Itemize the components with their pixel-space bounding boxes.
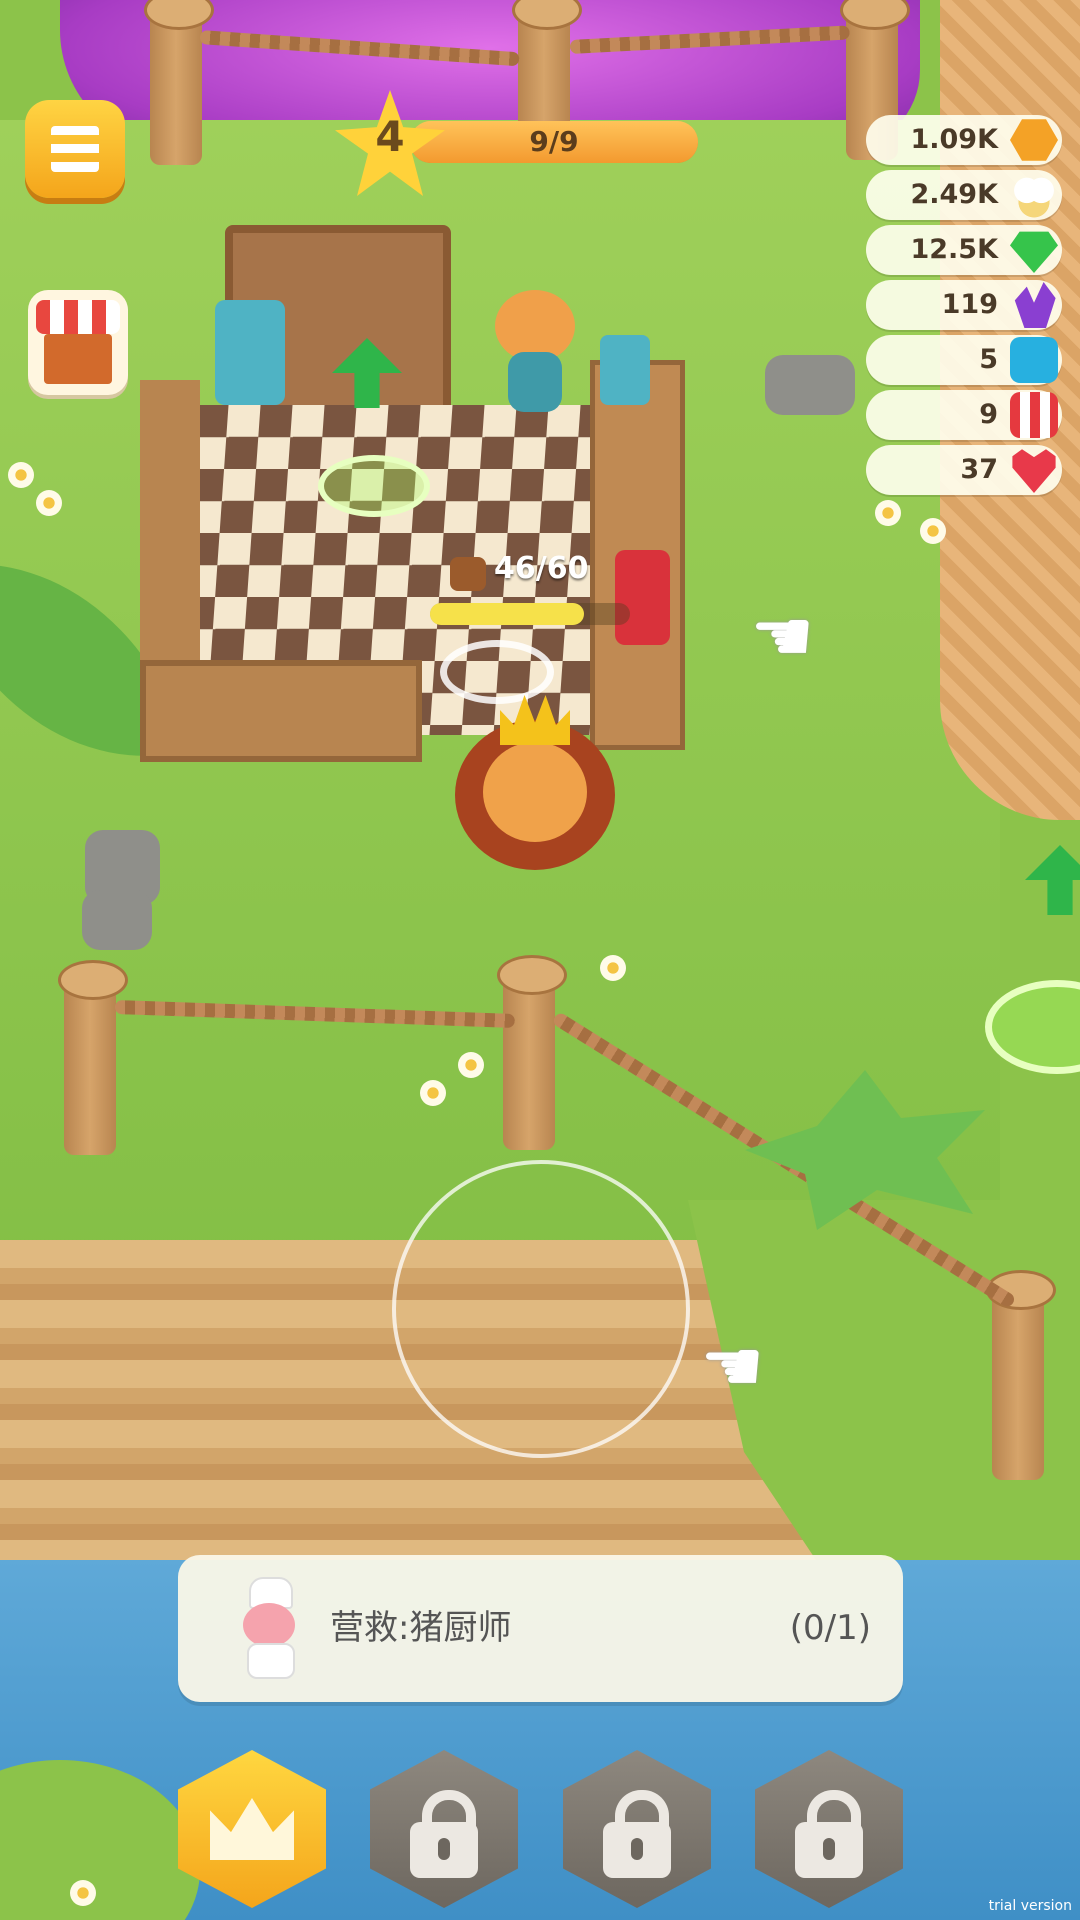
lion-king-player (455, 695, 615, 900)
pig-face (243, 1603, 295, 1647)
upgrade-arrow-icon (1025, 845, 1080, 915)
resource-crystals[interactable]: 119 (866, 280, 1062, 330)
shop-awning (36, 300, 120, 334)
flower (36, 490, 62, 516)
flower (8, 462, 34, 488)
level-number: 4 (375, 112, 405, 161)
purple-crystal-icon (1014, 282, 1056, 328)
flower (458, 1052, 484, 1078)
resource-hearts[interactable]: 37 (866, 445, 1062, 495)
shop-icon (44, 334, 112, 384)
resource-value: 37 (960, 454, 998, 485)
mission-progress: (0/1) (789, 1608, 871, 1648)
capacity-bar (430, 603, 630, 625)
level-progress-bar: 9/9 (410, 121, 698, 163)
bag-icon (450, 557, 486, 591)
resource-gems[interactable]: 12.5K (866, 225, 1062, 275)
pointing-hand-icon: ☚ (750, 594, 815, 678)
virtual-joystick[interactable] (392, 1160, 690, 1458)
popcorn-icon (1010, 172, 1058, 218)
pig-chef-icon (233, 1577, 305, 1679)
resource-value: 119 (941, 289, 998, 320)
flower (420, 1080, 446, 1106)
shop-button[interactable] (28, 290, 128, 395)
menu-button[interactable] (25, 100, 125, 198)
flower (875, 500, 901, 526)
lion-face (483, 742, 587, 842)
bear-body (508, 352, 562, 412)
pig-body (247, 1643, 295, 1679)
trial-version-label: trial version (988, 1898, 1072, 1914)
keyhole (631, 1838, 643, 1860)
fence-post (144, 0, 214, 165)
fence-post (497, 955, 567, 1150)
resource-value: 1.09K (910, 124, 998, 155)
upgrade-spot[interactable] (318, 455, 430, 517)
green-gem-icon (1010, 231, 1058, 273)
hex-coin-icon (1010, 119, 1058, 161)
rock (82, 890, 152, 950)
fence-post (58, 960, 128, 1155)
menu-icon (51, 126, 99, 172)
resource-value: 9 (979, 399, 998, 430)
mission-text: 营救:猪厨师 (330, 1608, 512, 1648)
resource-list: 1.09K 2.49K 12.5K 119 5 9 37 (866, 115, 1062, 500)
scale-machine[interactable] (215, 300, 285, 405)
crown-icon (210, 1798, 294, 1860)
flower (600, 955, 626, 981)
work-spot[interactable] (440, 640, 554, 704)
mission-panel[interactable]: 营救:猪厨师 (0/1) (178, 1555, 903, 1702)
video-ticket-icon (1010, 337, 1058, 383)
resource-coins[interactable]: 1.09K (866, 115, 1062, 165)
kitchen-counter-front (140, 660, 422, 762)
flower (70, 1880, 96, 1906)
heart-icon (1012, 449, 1056, 493)
red-grinder-machine[interactable] (615, 550, 670, 645)
grinder-machine[interactable] (600, 335, 650, 405)
capacity-fill (430, 603, 584, 625)
resource-value: 5 (979, 344, 998, 375)
resource-popcorn[interactable]: 2.49K (866, 170, 1062, 220)
resource-value: 2.49K (910, 179, 998, 210)
rock (765, 355, 855, 415)
keyhole (823, 1838, 835, 1860)
flower (920, 518, 946, 544)
resource-value: 12.5K (910, 234, 998, 265)
striped-ticket-icon (1010, 392, 1058, 438)
resource-tickets[interactable]: 9 (866, 390, 1062, 440)
keyhole (438, 1838, 450, 1860)
level-progress-text: 9/9 (529, 125, 579, 158)
pointing-hand-icon: ☚ (700, 1324, 765, 1408)
resource-video-tickets[interactable]: 5 (866, 335, 1062, 385)
fence-post (986, 1270, 1056, 1480)
capacity-text: 46/60 (494, 551, 589, 586)
bear-worker (490, 290, 580, 420)
